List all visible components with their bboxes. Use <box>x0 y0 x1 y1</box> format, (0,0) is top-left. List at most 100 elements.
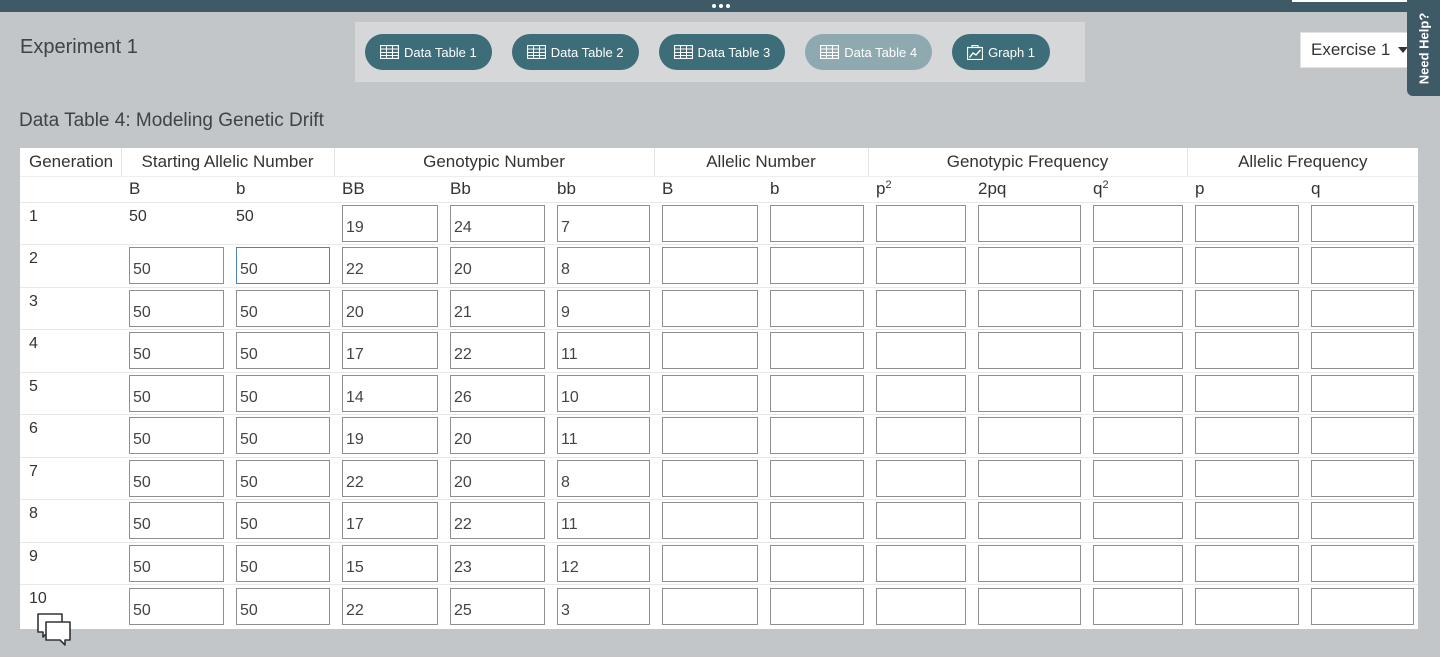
input-q[interactable] <box>1311 544 1415 582</box>
input-p-squared[interactable] <box>876 247 966 285</box>
input-bb[interactable] <box>557 417 650 455</box>
input-2pq[interactable] <box>978 544 1081 582</box>
input-BB[interactable] <box>342 289 438 327</box>
input-p[interactable] <box>1195 417 1300 455</box>
input-q-squared[interactable] <box>1093 587 1183 625</box>
drag-handle[interactable] <box>708 2 734 10</box>
input-2pq[interactable] <box>978 587 1081 625</box>
input-2pq[interactable] <box>978 247 1081 285</box>
input-allelic-b[interactable] <box>770 587 864 625</box>
input-2pq[interactable] <box>978 289 1081 327</box>
input-q[interactable] <box>1311 289 1415 327</box>
input-start_B[interactable] <box>129 332 224 370</box>
input-2pq[interactable] <box>978 459 1081 497</box>
input-start_B[interactable] <box>129 459 224 497</box>
input-bb[interactable] <box>557 374 650 412</box>
input-p[interactable] <box>1195 204 1300 242</box>
input-p[interactable] <box>1195 459 1300 497</box>
input-2pq[interactable] <box>978 502 1081 540</box>
input-p[interactable] <box>1195 374 1300 412</box>
input-q[interactable] <box>1311 374 1415 412</box>
input-p-squared[interactable] <box>876 374 966 412</box>
input-bb[interactable] <box>557 204 650 242</box>
input-allelic-B[interactable] <box>662 502 758 540</box>
input-q[interactable] <box>1311 332 1415 370</box>
input-BB[interactable] <box>342 417 438 455</box>
input-BB[interactable] <box>342 332 438 370</box>
input-allelic-B[interactable] <box>662 544 758 582</box>
input-allelic-b[interactable] <box>770 374 864 412</box>
input-bb[interactable] <box>557 459 650 497</box>
tab-data-table-1[interactable]: Data Table 1 <box>365 34 492 70</box>
input-2pq[interactable] <box>978 417 1081 455</box>
input-p[interactable] <box>1195 332 1300 370</box>
input-q[interactable] <box>1311 502 1415 540</box>
tab-data-table-2[interactable]: Data Table 2 <box>511 34 639 70</box>
input-q[interactable] <box>1311 247 1415 285</box>
exercise-select[interactable]: Exercise 1 <box>1300 32 1415 68</box>
input-q[interactable] <box>1311 587 1415 625</box>
input-start_B[interactable] <box>129 417 224 455</box>
input-Bb[interactable] <box>450 587 545 625</box>
input-allelic-B[interactable] <box>662 289 758 327</box>
input-allelic-b[interactable] <box>770 332 864 370</box>
input-start_B[interactable] <box>129 502 224 540</box>
tab-data-table-4[interactable]: Data Table 4 <box>805 34 933 70</box>
input-allelic-b[interactable] <box>770 502 864 540</box>
input-Bb[interactable] <box>450 247 545 285</box>
input-p-squared[interactable] <box>876 459 966 497</box>
input-start_b[interactable] <box>236 247 330 285</box>
input-q-squared[interactable] <box>1093 289 1183 327</box>
input-2pq[interactable] <box>978 204 1081 242</box>
input-allelic-b[interactable] <box>770 417 864 455</box>
input-bb[interactable] <box>557 247 650 285</box>
input-allelic-B[interactable] <box>662 332 758 370</box>
input-allelic-b[interactable] <box>770 459 864 497</box>
input-Bb[interactable] <box>450 289 545 327</box>
input-Bb[interactable] <box>450 502 545 540</box>
input-bb[interactable] <box>557 289 650 327</box>
input-start_b[interactable] <box>236 417 330 455</box>
input-q-squared[interactable] <box>1093 459 1183 497</box>
input-allelic-B[interactable] <box>662 459 758 497</box>
chat-icon[interactable] <box>36 612 74 655</box>
input-start_B[interactable] <box>129 544 224 582</box>
input-p-squared[interactable] <box>876 502 966 540</box>
input-start_b[interactable] <box>236 459 330 497</box>
input-BB[interactable] <box>342 544 438 582</box>
input-allelic-b[interactable] <box>770 289 864 327</box>
input-p-squared[interactable] <box>876 332 966 370</box>
input-BB[interactable] <box>342 502 438 540</box>
input-BB[interactable] <box>342 374 438 412</box>
input-bb[interactable] <box>557 502 650 540</box>
input-p[interactable] <box>1195 502 1300 540</box>
input-Bb[interactable] <box>450 374 545 412</box>
input-BB[interactable] <box>342 459 438 497</box>
input-bb[interactable] <box>557 332 650 370</box>
input-2pq[interactable] <box>978 374 1081 412</box>
input-start_b[interactable] <box>236 332 330 370</box>
input-allelic-b[interactable] <box>770 247 864 285</box>
input-Bb[interactable] <box>450 204 545 242</box>
input-q-squared[interactable] <box>1093 502 1183 540</box>
input-p-squared[interactable] <box>876 544 966 582</box>
input-start_b[interactable] <box>236 544 330 582</box>
input-start_b[interactable] <box>236 502 330 540</box>
input-allelic-b[interactable] <box>770 544 864 582</box>
input-q-squared[interactable] <box>1093 374 1183 412</box>
input-Bb[interactable] <box>450 417 545 455</box>
input-Bb[interactable] <box>450 544 545 582</box>
input-q[interactable] <box>1311 417 1415 455</box>
input-q-squared[interactable] <box>1093 417 1183 455</box>
input-start_b[interactable] <box>236 289 330 327</box>
input-start_B[interactable] <box>129 587 224 625</box>
input-q-squared[interactable] <box>1093 332 1183 370</box>
input-q[interactable] <box>1311 204 1415 242</box>
tab-graph-1[interactable]: Graph 1 <box>952 34 1051 70</box>
input-start_B[interactable] <box>129 289 224 327</box>
input-q-squared[interactable] <box>1093 204 1183 242</box>
input-p-squared[interactable] <box>876 417 966 455</box>
input-allelic-B[interactable] <box>662 587 758 625</box>
input-q[interactable] <box>1311 459 1415 497</box>
input-p-squared[interactable] <box>876 204 966 242</box>
